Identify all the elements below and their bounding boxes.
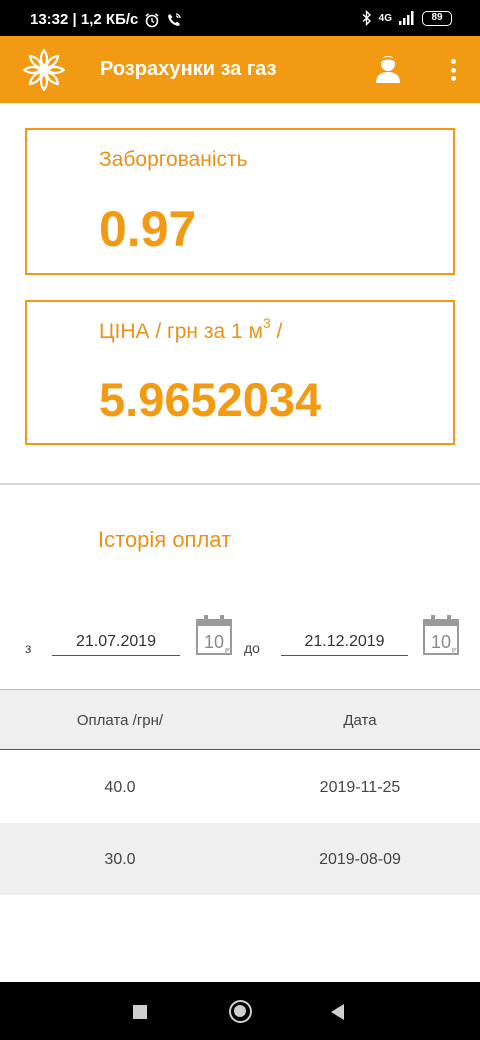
dot [450,76,456,81]
system-nav-bar [0,982,480,1040]
from-label: з [25,640,32,656]
table-row: 40.0 2019-11-25 [0,751,480,823]
profile-icon[interactable] [374,54,402,84]
debt-label: Заборгованість [99,148,248,171]
back-button[interactable] [331,1004,344,1020]
sun-logo-icon [22,48,66,92]
date-filter: з 10 до 10 [0,610,480,670]
divider [0,483,480,485]
price-value: 5.9652034 [99,373,322,426]
cell-date: 2019-11-25 [319,779,401,796]
to-date-input[interactable] [281,628,408,656]
status-left: 13:32 | 1,2 КБ/с [30,11,182,28]
calendar-from-icon[interactable]: 10 [195,614,233,656]
recent-apps-button[interactable] [133,1005,147,1019]
battery-icon: 89 [422,10,452,26]
app-title: Розрахунки за газ [100,58,277,80]
history-title: Історія оплат [98,527,232,552]
dot [450,67,456,73]
header-date: Дата [343,712,377,729]
price-label: ЦІНА / грн за 1 м3 / [99,315,283,344]
status-right: 4G 89 [362,10,452,26]
price-label-text: ЦІНА / грн за 1 м [99,320,263,343]
calendar-to-icon[interactable]: 10 [422,614,460,656]
debt-value: 0.97 [99,201,197,257]
debt-card: Заборгованість 0.97 [25,128,455,275]
to-label: до [244,640,260,656]
bluetooth-icon [362,10,371,26]
cell-date: 2019-08-09 [319,851,401,868]
more-options-icon[interactable] [440,56,466,84]
cell-amount: 30.0 [104,851,136,868]
call-icon [168,12,182,26]
status-bar: 13:32 | 1,2 КБ/с 4G 89 [0,0,480,36]
home-button[interactable] [229,1000,252,1023]
header-amount: Оплата /грн/ [76,712,164,729]
price-card: ЦІНА / грн за 1 м3 / 5.9652034 [25,300,455,445]
calendar-to-day: 10 [431,632,451,652]
status-time: 13:32 | 1,2 КБ/с [30,11,139,28]
alarm-icon [145,12,159,27]
calendar-from-day: 10 [204,632,224,652]
dot [450,59,456,64]
price-label-suffix: / [270,320,283,343]
table-header: Оплата /грн/ Дата [0,689,480,750]
signal-icon [399,11,414,25]
network-type: 4G [378,12,392,24]
table-row: 30.0 2019-08-09 [0,823,480,895]
cell-amount: 40.0 [104,779,136,796]
from-date-input[interactable] [52,628,180,656]
price-label-exponent: 3 [262,315,271,331]
app-bar: Розрахунки за газ [0,36,480,103]
